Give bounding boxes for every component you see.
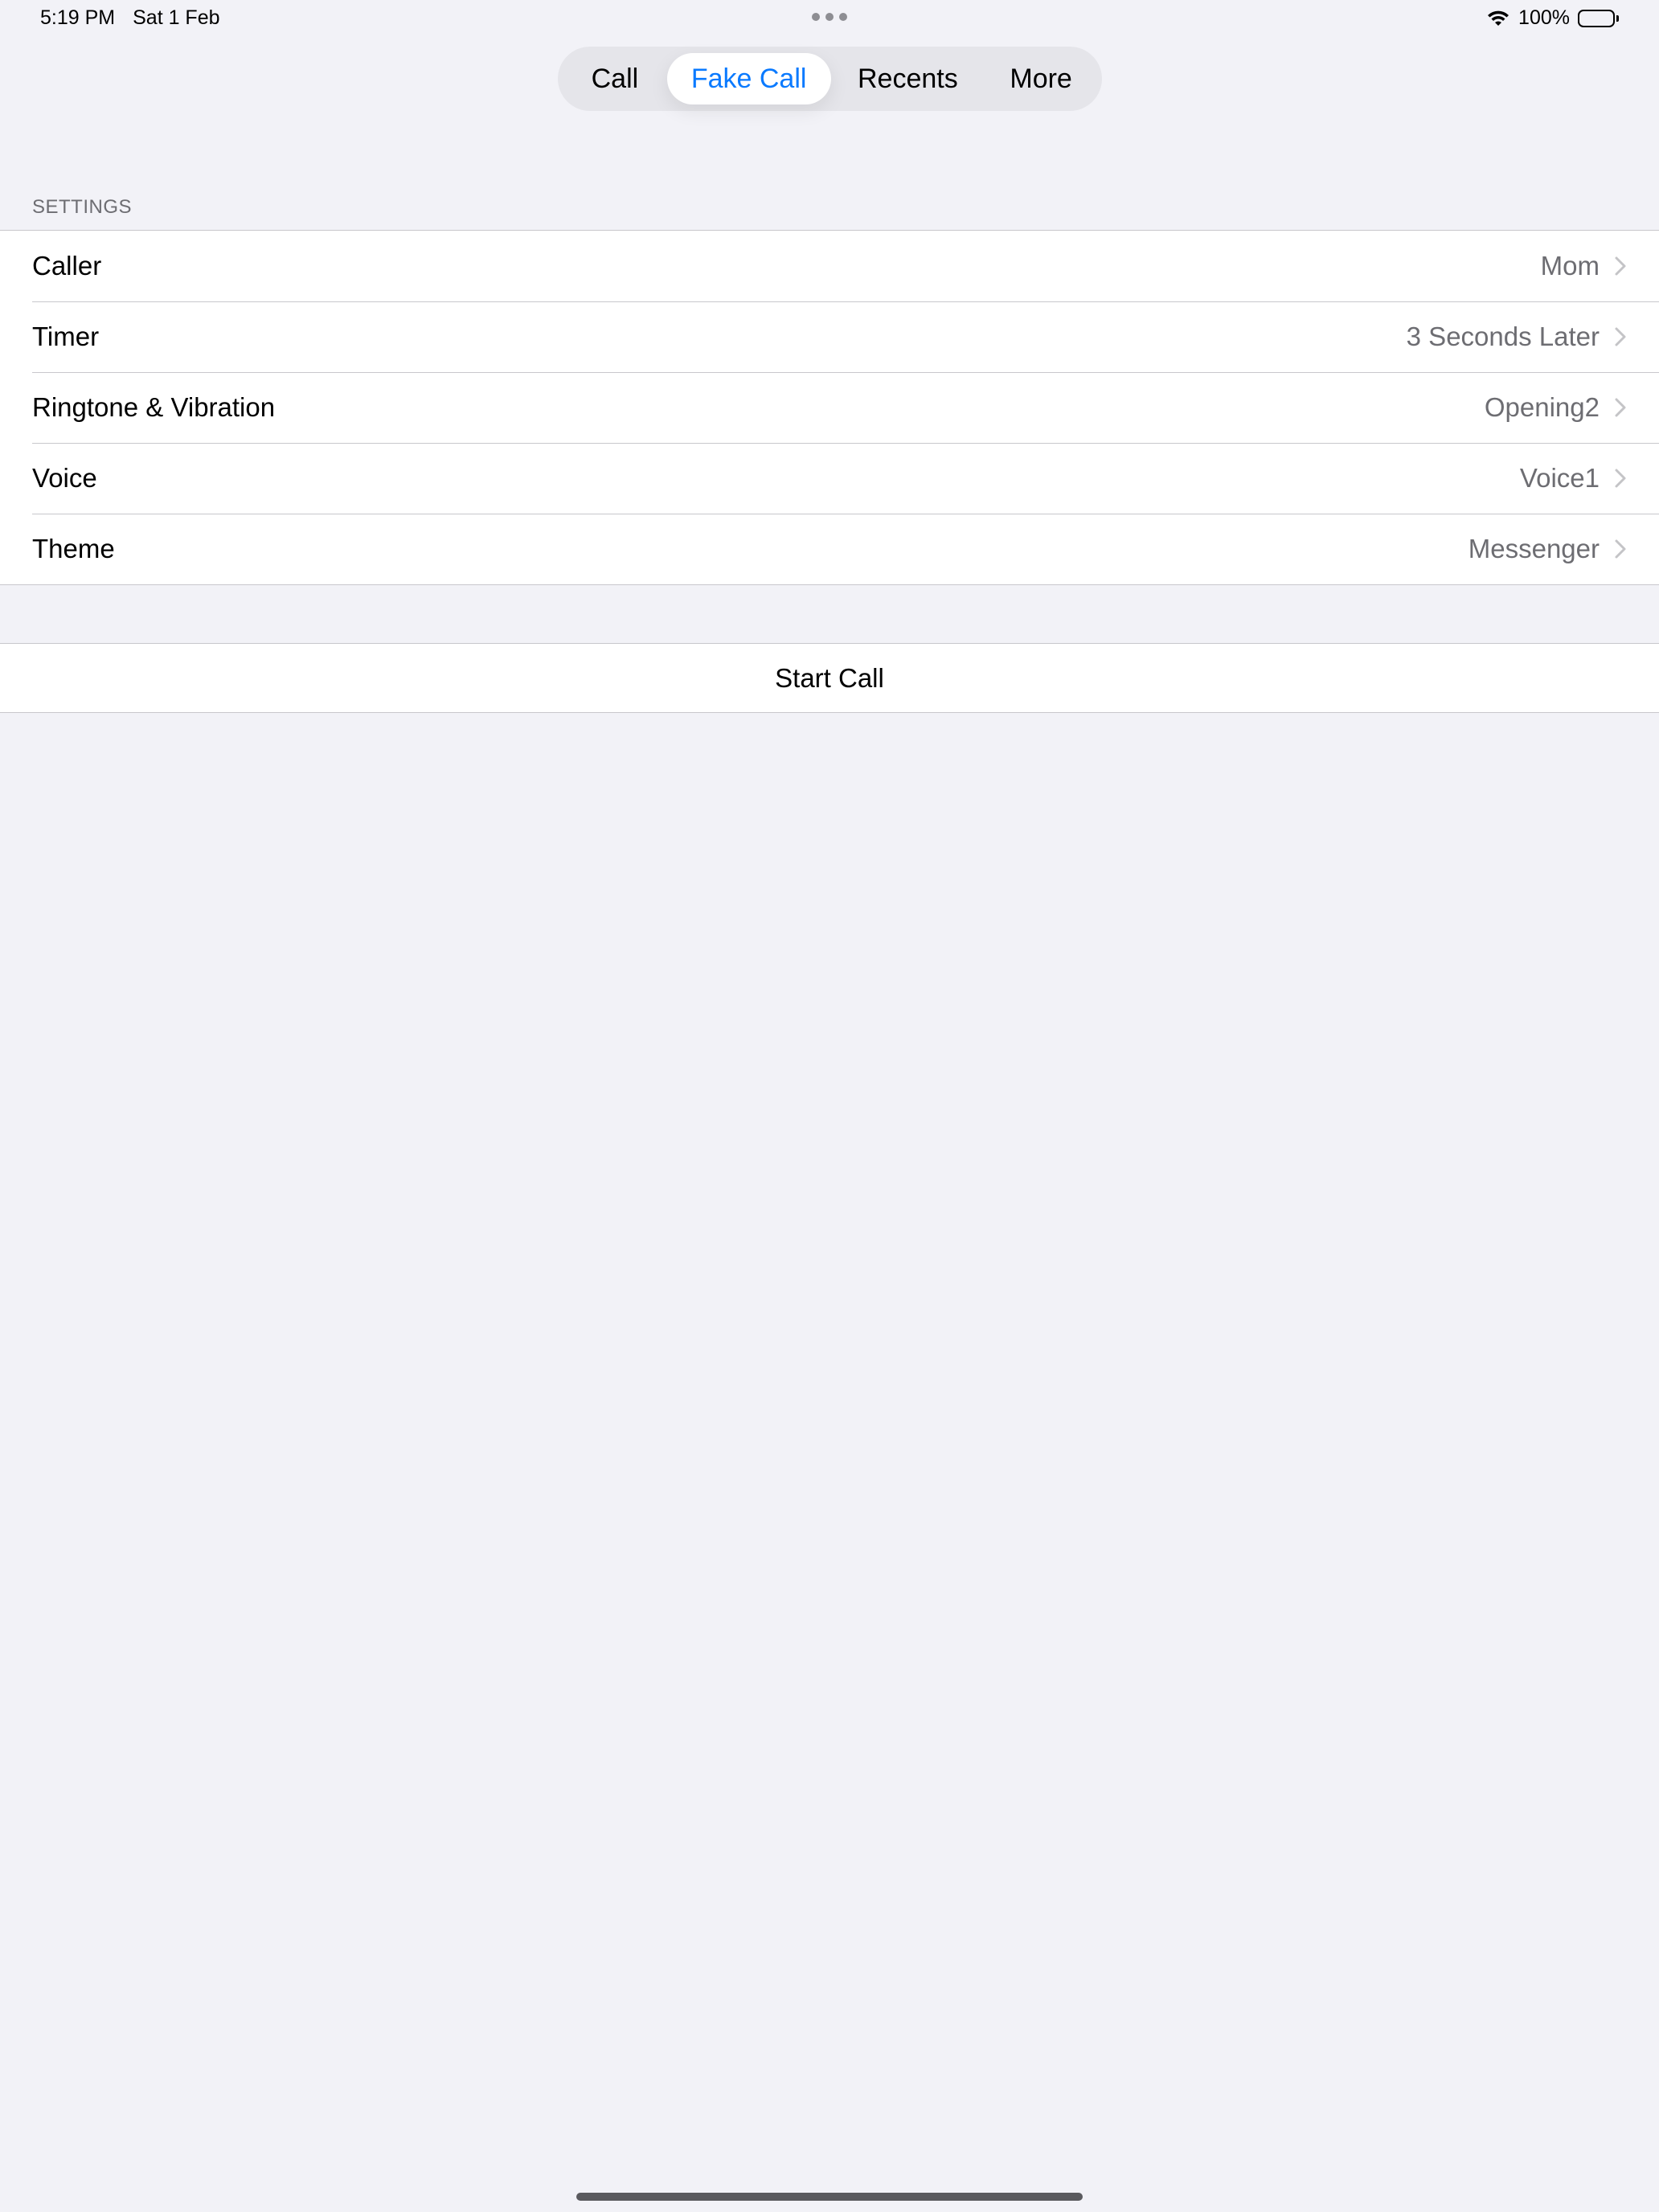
row-value: Voice1 — [1519, 463, 1600, 493]
row-label: Ringtone & Vibration — [32, 392, 276, 422]
chevron-right-icon — [1614, 326, 1627, 347]
status-time: 5:19 PM — [40, 6, 116, 29]
settings-row-caller[interactable]: Caller Mom — [0, 231, 1659, 301]
status-time-date: 5:19 PM Sat 1 Feb — [40, 6, 220, 30]
tab-bar: Call Fake Call Recents More — [558, 47, 1102, 111]
tab-recents[interactable]: Recents — [831, 53, 985, 104]
settings-row-theme[interactable]: Theme Messenger — [0, 514, 1659, 584]
wifi-icon — [1486, 10, 1510, 27]
row-label: Caller — [32, 251, 102, 281]
row-label: Timer — [32, 322, 100, 351]
tab-more[interactable]: More — [985, 53, 1097, 104]
row-value: Opening2 — [1484, 392, 1600, 422]
status-indicators: 100% — [1486, 6, 1619, 30]
start-call-button[interactable]: Start Call — [0, 643, 1659, 713]
settings-row-timer[interactable]: Timer 3 Seconds Later — [0, 301, 1659, 372]
tab-fake-call[interactable]: Fake Call — [666, 53, 831, 104]
battery-icon — [1578, 9, 1619, 27]
row-value: Messenger — [1468, 534, 1600, 563]
chevron-right-icon — [1614, 468, 1627, 489]
chevron-right-icon — [1614, 539, 1627, 559]
settings-section-header: SETTINGS — [32, 196, 133, 218]
row-value: Mom — [1540, 251, 1600, 281]
multitasking-menu-icon[interactable] — [812, 13, 847, 21]
row-label: Voice — [32, 463, 97, 493]
status-date: Sat 1 Feb — [133, 6, 220, 29]
chevron-right-icon — [1614, 397, 1627, 418]
home-indicator[interactable] — [576, 2193, 1083, 2201]
row-value: 3 Seconds Later — [1406, 322, 1600, 351]
row-label: Theme — [32, 534, 115, 563]
chevron-right-icon — [1614, 256, 1627, 276]
status-bar: 5:19 PM Sat 1 Feb 100% — [0, 0, 1659, 39]
tab-call[interactable]: Call — [563, 53, 667, 104]
settings-row-voice[interactable]: Voice Voice1 — [0, 443, 1659, 514]
settings-list: Caller Mom Timer 3 Seconds Later Rington… — [0, 230, 1659, 585]
settings-row-ringtone-vibration[interactable]: Ringtone & Vibration Opening2 — [0, 372, 1659, 443]
battery-percentage: 100% — [1518, 6, 1570, 29]
